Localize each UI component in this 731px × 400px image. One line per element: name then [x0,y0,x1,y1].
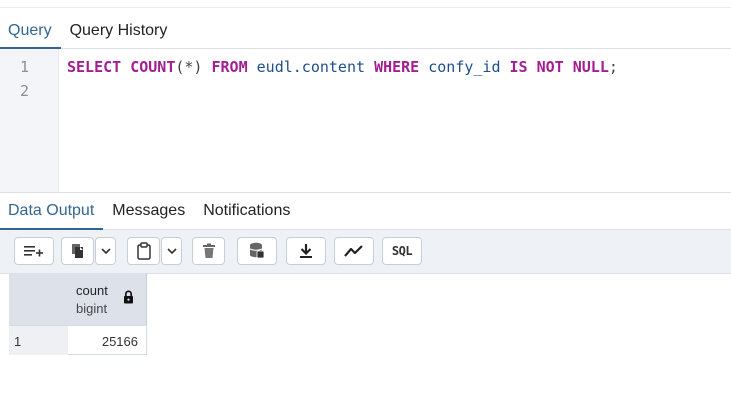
column-type: bigint [76,301,108,316]
row-number[interactable]: 1 [9,325,68,355]
line-number: 2 [20,82,30,100]
graph-visualiser-button[interactable] [334,237,374,265]
tab-query-history[interactable]: Query History [61,14,177,48]
delete-icon [202,243,215,258]
tab-query[interactable]: Query [0,14,61,49]
paste-button[interactable] [127,237,160,265]
line-number-gutter: 1 2 [0,49,59,192]
paste-options-dropdown[interactable] [161,237,182,265]
sql-button-label: SQL [391,244,413,258]
tab-messages[interactable]: Messages [103,193,194,229]
line-number: 1 [20,58,30,76]
semicolon: ; [608,58,618,76]
keyword: NOT [536,58,564,76]
column-header-count[interactable]: count bigint [68,273,147,325]
column-identifier: confy_id [428,58,501,76]
paste-icon [136,242,151,260]
view-sql-button[interactable]: SQL [382,237,422,265]
delete-row-button[interactable] [192,237,225,265]
keyword: SELECT [67,58,122,76]
copy-icon [71,244,83,258]
add-row-icon [24,246,43,257]
copy-button[interactable] [61,237,94,265]
keyword: WHERE [374,58,420,76]
sql-line-1[interactable]: SELECT COUNT(*) FROM eudl.content WHERE … [67,58,618,76]
grid-cell[interactable]: 25166 [68,325,147,355]
download-icon [300,244,312,258]
copy-options-dropdown[interactable] [95,237,116,265]
sql-editor[interactable]: 1 2 SELECT COUNT(*) FROM eudl.content WH… [0,49,731,193]
output-tabbar: Data Output Messages Notifications [0,193,731,230]
function-name: COUNT [130,58,176,76]
top-border [0,0,731,8]
column-name: count [76,283,108,298]
download-button[interactable] [286,237,326,265]
data-output-toolbar: SQL [0,230,731,274]
chevron-down-icon [166,248,177,255]
save-data-button[interactable] [237,237,277,265]
graph-icon [344,245,363,257]
save-data-icon [249,242,265,259]
table-identifier: eudl.content [256,58,366,76]
tab-data-output[interactable]: Data Output [0,193,104,230]
chevron-down-icon [100,248,111,255]
tab-notifications[interactable]: Notifications [194,193,299,229]
keyword: NULL [572,58,609,76]
lock-icon [124,290,133,304]
operator: (*) [175,58,203,76]
keyword: IS [509,58,528,76]
add-row-button[interactable] [14,237,54,265]
keyword: FROM [211,58,248,76]
grid-corner-header[interactable] [9,273,69,325]
query-tabbar: Query Query History [0,14,731,49]
